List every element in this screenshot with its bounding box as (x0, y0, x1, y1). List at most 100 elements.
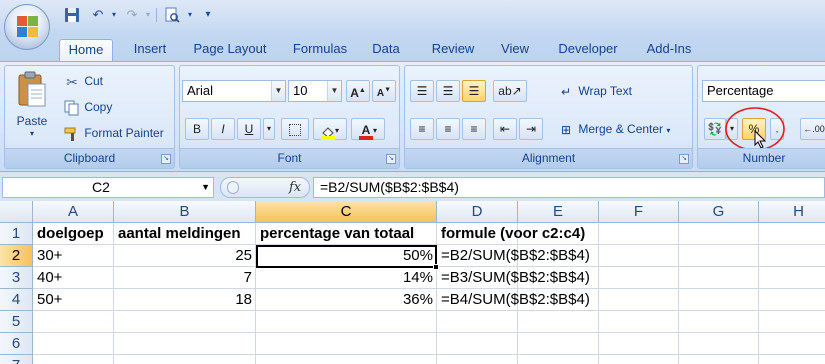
column-header-d[interactable]: D (437, 201, 518, 223)
grow-font-button[interactable]: A▲ (346, 80, 370, 102)
paintbrush-icon (64, 127, 76, 141)
tab-page-layout[interactable]: Page Layout (186, 39, 274, 61)
align-top-button[interactable]: ☰ (410, 80, 434, 102)
redo-icon[interactable]: ↷ (124, 7, 140, 23)
paste-dropdown-icon[interactable]: ▾ (9, 130, 55, 138)
shrink-font-button[interactable]: A▼ (372, 80, 396, 102)
row-header-6[interactable]: 6 (0, 333, 33, 355)
office-button[interactable] (4, 4, 50, 50)
tab-review[interactable]: Review (424, 39, 482, 61)
italic-button[interactable]: I (211, 118, 235, 140)
paste-button[interactable]: Paste ▾ (9, 70, 55, 146)
number-format-combo[interactable]: Percentage (702, 80, 825, 102)
tab-insert[interactable]: Insert (125, 39, 175, 61)
align-bottom-button[interactable]: ☰ (462, 80, 486, 102)
paste-icon (18, 71, 46, 107)
cell-a3[interactable]: 40+ (33, 267, 114, 289)
column-header-e[interactable]: E (518, 201, 599, 223)
merge-center-button[interactable]: ⊞ Merge & Center ▾ (557, 120, 670, 140)
font-size-combo[interactable]: 10 ▼ (288, 80, 342, 102)
increase-indent-button[interactable]: ⇥ (519, 118, 543, 140)
undo-icon[interactable]: ↶ (90, 7, 106, 23)
cell-c2[interactable]: 50% (256, 245, 437, 267)
decrease-indent-icon: ⇤ (499, 122, 511, 136)
cell-a1[interactable]: doelgoep (33, 223, 114, 245)
clipboard-group-label: Clipboard (5, 148, 174, 168)
fill-color-button[interactable]: ▾ (313, 118, 347, 140)
ribbon-tabs: Home Insert Page Layout Formulas Data Re… (0, 30, 825, 61)
cell-d1[interactable]: formule (voor c2:c4) (437, 223, 599, 245)
redo-dropdown-icon[interactable]: ▾ (140, 7, 156, 23)
column-header-b[interactable]: B (114, 201, 256, 223)
cell-c1[interactable]: percentage van totaal (256, 223, 437, 245)
number-group-label: Number (698, 148, 825, 168)
accounting-format-button[interactable]: 💱 (704, 118, 726, 140)
chevron-down-icon[interactable]: ▼ (327, 81, 341, 101)
cell-a2[interactable]: 30+ (33, 245, 114, 267)
column-header-h[interactable]: H (759, 201, 825, 223)
tab-view[interactable]: View (492, 39, 538, 61)
bold-button[interactable]: B (185, 118, 209, 140)
column-header-c[interactable]: C (256, 201, 437, 223)
insert-function-icon[interactable]: fx (289, 178, 301, 197)
chevron-down-icon[interactable]: ▼ (271, 81, 285, 101)
cell-d3[interactable]: =B3/SUM($B$2:$B$4) (437, 267, 599, 289)
clipboard-launcher-icon[interactable]: ↘ (161, 154, 171, 164)
cell-c3[interactable]: 14% (256, 267, 437, 289)
save-icon[interactable] (64, 7, 80, 23)
column-header-g[interactable]: G (679, 201, 759, 223)
row-header-2[interactable]: 2 (0, 245, 33, 267)
orientation-button[interactable]: ab↗ (493, 80, 527, 102)
tab-home[interactable]: Home (59, 39, 113, 61)
borders-button[interactable] (281, 118, 309, 140)
name-box[interactable]: C2 ▼ (2, 177, 214, 198)
underline-button[interactable]: U (237, 118, 261, 140)
row-header-1[interactable]: 1 (0, 223, 33, 245)
cell-d4[interactable]: =B4/SUM($B$2:$B$4) (437, 289, 599, 311)
row-header-4[interactable]: 4 (0, 289, 33, 311)
font-color-button[interactable]: A ▾ (351, 118, 385, 140)
customize-qat-icon[interactable]: ▾ (200, 7, 216, 23)
wrap-text-button[interactable]: ↵ Wrap Text (557, 82, 632, 101)
font-launcher-icon[interactable]: ↘ (386, 154, 396, 164)
merge-dropdown-icon[interactable]: ▾ (666, 126, 670, 135)
cell-b2[interactable]: 25 (114, 245, 256, 267)
cut-label: Cut (84, 74, 104, 88)
row-header-5[interactable]: 5 (0, 311, 33, 333)
align-middle-button[interactable]: ☰ (436, 80, 460, 102)
copy-button[interactable]: Copy (63, 98, 112, 116)
print-preview-icon[interactable] (164, 7, 180, 23)
alignment-launcher-icon[interactable]: ↘ (679, 154, 689, 164)
tab-developer[interactable]: Developer (550, 39, 626, 61)
align-center-button[interactable]: ≡ (436, 118, 460, 140)
cell-c4[interactable]: 36% (256, 289, 437, 311)
undo-dropdown-icon[interactable]: ▾ (106, 7, 122, 23)
increase-decimal-button[interactable]: ←.00 (800, 118, 825, 140)
name-box-dropdown-icon[interactable]: ▼ (201, 178, 210, 197)
tab-formulas[interactable]: Formulas (285, 39, 355, 61)
cell-b4[interactable]: 18 (114, 289, 256, 311)
font-name-combo[interactable]: Arial ▼ (182, 80, 286, 102)
align-left-button[interactable]: ≡ (410, 118, 434, 140)
column-header-a[interactable]: A (33, 201, 114, 223)
preview-dropdown-icon[interactable]: ▾ (182, 7, 198, 23)
cell-b3[interactable]: 7 (114, 267, 256, 289)
resize-handle-icon[interactable] (227, 181, 239, 194)
cut-button[interactable]: ✂ Cut (63, 72, 103, 91)
decrease-indent-button[interactable]: ⇤ (493, 118, 517, 140)
format-painter-button[interactable]: Format Painter (63, 124, 164, 142)
underline-dropdown-icon[interactable]: ▾ (263, 118, 275, 140)
row-header-3[interactable]: 3 (0, 267, 33, 289)
formula-input[interactable]: =B2/SUM($B$2:$B$4) (313, 177, 825, 198)
cell-a4[interactable]: 50+ (33, 289, 114, 311)
tab-add-ins[interactable]: Add-Ins (638, 39, 700, 61)
column-header-f[interactable]: F (599, 201, 679, 223)
row-header-7[interactable]: 7 (0, 355, 33, 364)
align-top-icon: ☰ (416, 84, 428, 98)
cell-b1[interactable]: aantal meldingen (114, 223, 256, 245)
cell-d2[interactable]: =B2/SUM($B$2:$B$4) (437, 245, 599, 267)
currency-icon: 💱 (707, 122, 723, 136)
tab-data[interactable]: Data (366, 39, 406, 61)
select-all-button[interactable] (0, 201, 33, 223)
align-right-button[interactable]: ≡ (462, 118, 486, 140)
